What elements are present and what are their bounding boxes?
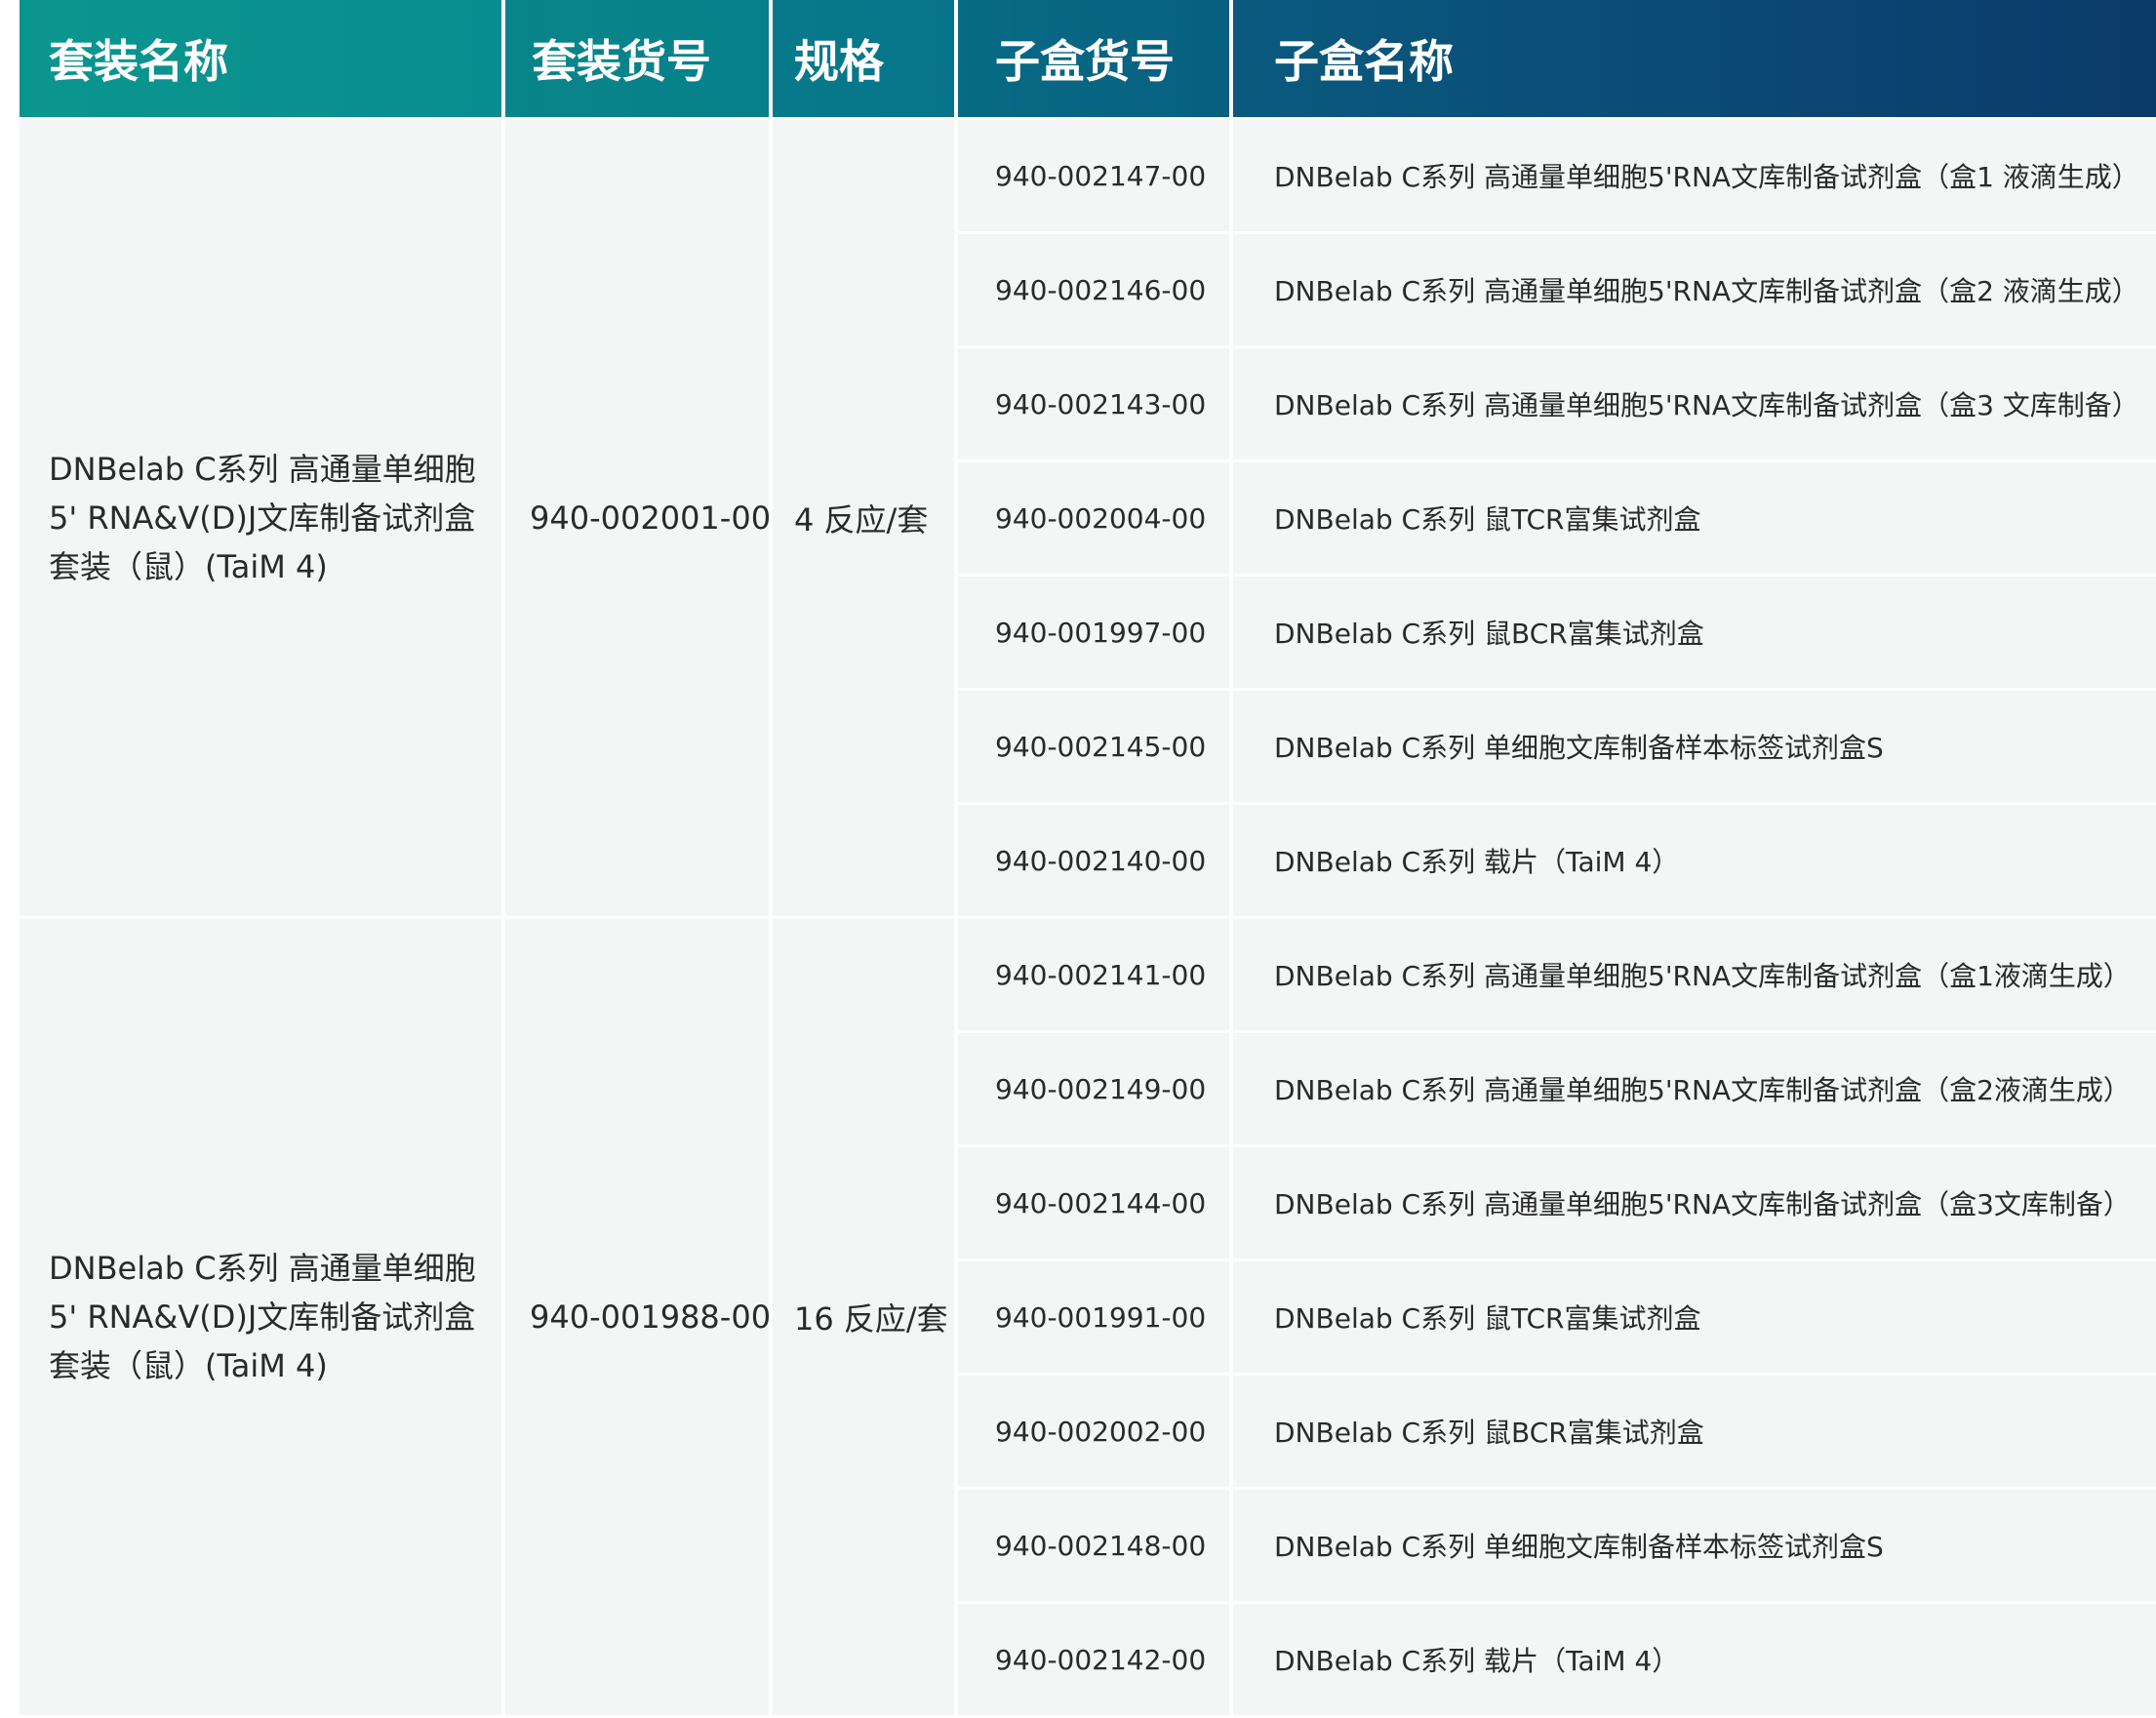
kit-name-line: 套装（鼠）(TaiM 4)	[49, 548, 328, 585]
header-sub-catalog: 子盒货号	[958, 0, 1229, 120]
sub-catalog-cell: 940-002146-00	[958, 234, 1229, 348]
sub-name-cell: DNBelab C系列 高通量单细胞5'RNA文库制备试剂盒（盒3文库制备）	[1233, 1147, 2156, 1261]
kit-name-line: 5' RNA&V(D)J文库制备试剂盒	[49, 1298, 476, 1336]
sub-name-cell: DNBelab C系列 高通量单细胞5'RNA文库制备试剂盒（盒1 液滴生成）	[1233, 120, 2156, 234]
sub-catalog-cell: 940-002142-00	[958, 1604, 1229, 1718]
sub-catalog-cell: 940-001991-00	[958, 1261, 1229, 1376]
sub-name-cell: DNBelab C系列 鼠TCR富集试剂盒	[1233, 462, 2156, 577]
header-row: 套装名称 套装货号 规格 子盒货号 子盒名称	[20, 0, 2156, 120]
table-row: DNBelab C系列 高通量单细胞 5' RNA&V(D)J文库制备试剂盒 套装（…	[20, 919, 2156, 1718]
kit-name-line: 5' RNA&V(D)J文库制备试剂盒	[49, 499, 476, 537]
sub-name-cell: DNBelab C系列 鼠TCR富集试剂盒	[1233, 1261, 2156, 1376]
sub-catalog-cell: 940-002004-00	[958, 462, 1229, 577]
sub-catalog-cell: 940-002141-00	[958, 919, 1229, 1033]
table-row: DNBelab C系列 高通量单细胞 5' RNA&V(D)J文库制备试剂盒 套装（…	[20, 120, 2156, 919]
kit-name-line: DNBelab C系列 高通量单细胞	[49, 1250, 476, 1287]
sub-catalog-cell: 940-002144-00	[958, 1147, 1229, 1261]
sub-catalog-cell: 940-002148-00	[958, 1490, 1229, 1604]
sub-catalog-cell: 940-001997-00	[958, 577, 1229, 691]
kit-name-cell: DNBelab C系列 高通量单细胞 5' RNA&V(D)J文库制备试剂盒 套装（…	[20, 120, 501, 919]
sub-name-cell: DNBelab C系列 鼠BCR富集试剂盒	[1233, 1376, 2156, 1490]
header-kit-name: 套装名称	[20, 0, 501, 120]
sub-name-cell: DNBelab C系列 高通量单细胞5'RNA文库制备试剂盒（盒2液滴生成）	[1233, 1033, 2156, 1147]
sub-name-cell: DNBelab C系列 高通量单细胞5'RNA文库制备试剂盒（盒2 液滴生成）	[1233, 234, 2156, 348]
kit-name-cell: DNBelab C系列 高通量单细胞 5' RNA&V(D)J文库制备试剂盒 套装（…	[20, 919, 501, 1718]
table-body: DNBelab C系列 高通量单细胞 5' RNA&V(D)J文库制备试剂盒 套装（…	[20, 120, 2156, 1718]
sub-name-cell: DNBelab C系列 高通量单细胞5'RNA文库制备试剂盒（盒3 文库制备）	[1233, 348, 2156, 462]
kit-spec-cell: 4 反应/套	[773, 120, 954, 919]
header-kit-catalog: 套装货号	[505, 0, 769, 120]
table-header: 套装名称 套装货号 规格 子盒货号 子盒名称	[20, 0, 2156, 120]
sub-catalog-cell: 940-002143-00	[958, 348, 1229, 462]
header-sub-name: 子盒名称	[1233, 0, 2156, 120]
kit-catalog-cell: 940-001988-00	[505, 919, 771, 1718]
kit-spec-cell: 16 反应/套	[773, 919, 954, 1718]
kit-table: 套装名称 套装货号 规格 子盒货号 子盒名称 DNBelab C系列 高通量单细…	[16, 0, 2156, 1718]
sub-catalog-cell: 940-002149-00	[958, 1033, 1229, 1147]
product-table-page: 套装名称 套装货号 规格 子盒货号 子盒名称 DNBelab C系列 高通量单细…	[20, 0, 2156, 1718]
sub-name-cell: DNBelab C系列 载片（TaiM 4）	[1233, 1604, 2156, 1718]
header-spec: 规格	[773, 0, 954, 120]
sub-name-cell: DNBelab C系列 鼠BCR富集试剂盒	[1233, 577, 2156, 691]
sub-catalog-cell: 940-002145-00	[958, 691, 1229, 805]
kit-catalog-cell: 940-002001-00	[505, 120, 771, 919]
sub-name-cell: DNBelab C系列 载片（TaiM 4）	[1233, 805, 2156, 919]
sub-catalog-cell: 940-002147-00	[958, 120, 1229, 234]
sub-name-cell: DNBelab C系列 单细胞文库制备样本标签试剂盒S	[1233, 691, 2156, 805]
sub-name-cell: DNBelab C系列 单细胞文库制备样本标签试剂盒S	[1233, 1490, 2156, 1604]
kit-name-line: DNBelab C系列 高通量单细胞	[49, 451, 476, 488]
sub-catalog-cell: 940-002002-00	[958, 1376, 1229, 1490]
sub-name-cell: DNBelab C系列 高通量单细胞5'RNA文库制备试剂盒（盒1液滴生成）	[1233, 919, 2156, 1033]
kit-name-line: 套装（鼠）(TaiM 4)	[49, 1347, 328, 1384]
sub-catalog-cell: 940-002140-00	[958, 805, 1229, 919]
